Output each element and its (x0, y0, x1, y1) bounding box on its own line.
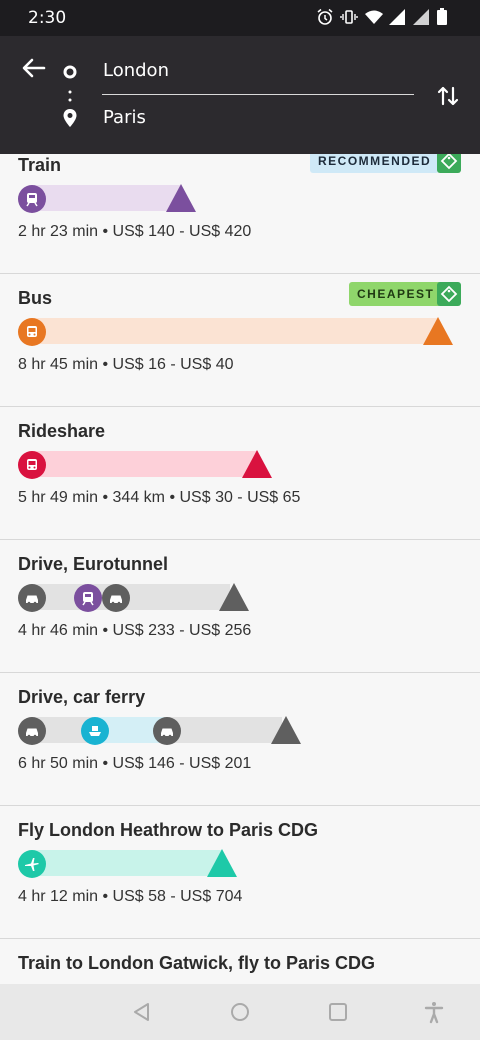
price-tag-icon (437, 282, 461, 306)
destination-marker (242, 450, 272, 478)
destination-marker (219, 583, 249, 611)
route-card-train[interactable]: Train RECOMMENDED 2 hr 23 min • US$ 140 … (0, 154, 480, 274)
route-card-bus[interactable]: Bus CHEAPEST 8 hr 45 min • US$ 16 - US$ … (0, 274, 480, 407)
car-icon (18, 717, 46, 745)
destination-input[interactable]: Paris (103, 107, 146, 128)
route-card-drive-eurotunnel[interactable]: Drive, Eurotunnel 4 hr 46 min • US$ 233 … (0, 540, 480, 673)
car-icon (18, 584, 46, 612)
system-nav-bar (0, 984, 480, 1040)
duration-bar (30, 850, 222, 876)
rideshare-car-icon (18, 451, 46, 479)
recommended-badge: RECOMMENDED (310, 154, 440, 173)
route-dots-icon (68, 88, 72, 102)
destination-marker (166, 184, 196, 212)
swap-direction-icon[interactable] (434, 82, 462, 110)
duration-bar (30, 584, 230, 610)
route-title: Drive, car ferry (18, 687, 146, 707)
route-card-rideshare[interactable]: Rideshare 5 hr 49 min • 344 km • US$ 30 … (0, 407, 480, 540)
signal-icon (388, 8, 406, 26)
route-title: Rideshare (18, 421, 106, 441)
accessibility-icon[interactable] (422, 1000, 446, 1024)
car-icon (153, 717, 181, 745)
route-info: 6 hr 50 min • US$ 146 - US$ 201 (18, 755, 252, 772)
duration-bar (30, 185, 180, 211)
route-info: 5 hr 49 min • 344 km • US$ 30 - US$ 65 (18, 489, 301, 506)
route-card-fly[interactable]: Fly London Heathrow to Paris CDG 4 hr 12… (0, 806, 480, 939)
destination-marker (271, 716, 301, 744)
nav-home-icon[interactable] (228, 1000, 252, 1024)
route-title: Train (18, 155, 62, 175)
input-divider (102, 94, 414, 95)
train-icon (18, 185, 46, 213)
status-icons (316, 8, 454, 26)
destination-pin-icon (62, 108, 78, 128)
destination-marker (423, 317, 453, 345)
plane-icon (18, 850, 46, 878)
origin-input[interactable]: London (103, 60, 169, 81)
cheapest-badge: CHEAPEST (349, 282, 443, 306)
route-card-drive-car-ferry[interactable]: Drive, car ferry 6 hr 50 min • US$ 146 -… (0, 673, 480, 806)
route-info: 8 hr 45 min • US$ 16 - US$ 40 (18, 356, 234, 373)
route-title: Fly London Heathrow to Paris CDG (18, 820, 319, 840)
battery-icon (436, 8, 454, 26)
duration-bar (30, 318, 438, 344)
nav-recents-icon[interactable] (326, 1000, 350, 1024)
wifi-icon (364, 8, 383, 26)
nav-back-icon[interactable] (130, 1000, 154, 1024)
destination-marker (207, 849, 237, 877)
route-info: 4 hr 46 min • US$ 233 - US$ 256 (18, 622, 252, 639)
alarm-icon (316, 8, 334, 26)
status-bar: 2:30 (0, 0, 480, 36)
duration-bar (30, 451, 258, 477)
route-card-train-fly[interactable]: Train to London Gatwick, fly to Paris CD… (0, 939, 480, 984)
route-title: Bus (18, 288, 53, 308)
route-title: Train to London Gatwick, fly to Paris CD… (18, 953, 376, 973)
search-header: London Paris (0, 36, 480, 154)
train-icon (74, 584, 102, 612)
signal-2-icon (412, 8, 430, 26)
bus-icon (18, 318, 46, 346)
back-icon[interactable] (20, 54, 48, 82)
origin-icon (63, 64, 77, 79)
route-info: 2 hr 23 min • US$ 140 - US$ 420 (18, 223, 252, 240)
route-title: Drive, Eurotunnel (18, 554, 169, 574)
route-info: 4 hr 12 min • US$ 58 - US$ 704 (18, 888, 243, 905)
car-icon (102, 584, 130, 612)
price-tag-icon (437, 154, 461, 173)
vibrate-icon (340, 8, 358, 26)
status-time: 2:30 (28, 8, 67, 28)
ferry-icon (81, 717, 109, 745)
route-list: Train RECOMMENDED 2 hr 23 min • US$ 140 … (0, 154, 480, 984)
